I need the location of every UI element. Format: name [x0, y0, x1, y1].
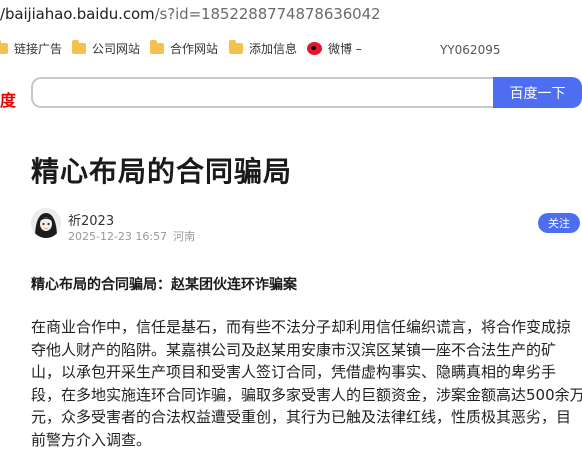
address-bar[interactable]: /baijiahao.baidu.com/s?id=18522887748786…	[0, 0, 582, 30]
paragraph-line: 夺他人财产的陷阱。某嘉祺公司及赵某用安康市汉滨区某镇一座不合法生产的矿	[31, 340, 557, 359]
bookmark-link-ads[interactable]: 链接广告	[0, 39, 62, 57]
folder-icon	[72, 39, 86, 54]
search-button[interactable]: 百度一下	[493, 77, 582, 108]
article-meta: 2025-12-23 16:57 河南	[68, 228, 195, 244]
publish-location: 河南	[173, 230, 196, 243]
folder-icon	[229, 39, 243, 54]
publish-date: 2025-12-23 16:57	[68, 230, 168, 243]
bookmark-label: 公司网站	[92, 41, 141, 56]
bookmarks-bar: 链接广告 公司网站 合作网站 添加信息 微博 – YY062095	[0, 30, 582, 65]
bookmark-label: 添加信息	[249, 41, 298, 56]
url-text: /baijiahao.baidu.com/s?id=18522887748786…	[0, 5, 381, 23]
folder-icon	[0, 39, 8, 54]
follow-button[interactable]: 关注	[538, 213, 580, 233]
yy-label: YY062095	[440, 43, 501, 57]
paragraph-line: 段，在多地实施连环合同诈骗，骗取多家受害人的巨额资金，涉案金额高达500余万	[31, 385, 582, 404]
article-subheading: 精心布局的合同骗局：赵某团伙连环诈骗案	[31, 277, 297, 293]
bookmark-partner-site[interactable]: 合作网站	[150, 39, 218, 57]
baidu-logo-fragment[interactable]: 度	[0, 87, 16, 111]
avatar[interactable]	[31, 208, 61, 238]
url-host: /baijiahao.baidu.com	[0, 5, 155, 23]
author-name[interactable]: 祈2023	[68, 210, 114, 229]
search-header: 度 百度一下	[0, 64, 582, 124]
url-path: /s?id=1852288774878636042	[154, 5, 381, 23]
bookmark-company-site[interactable]: 公司网站	[72, 39, 140, 57]
bookmark-label: 微博 –	[328, 41, 362, 56]
paragraph-line: 前警方介入调查。	[31, 430, 152, 449]
folder-icon	[150, 39, 164, 54]
paragraph-line: 元，众多受害者的合法权益遭受重创，其行为已触及法律红线，性质极其恶劣，目	[31, 408, 572, 427]
bookmark-weibo[interactable]: 微博 –	[307, 39, 362, 57]
article-title: 精心布局的合同骗局	[31, 155, 293, 188]
bookmark-label: 链接广告	[14, 41, 63, 56]
bookmark-label: 合作网站	[170, 41, 219, 56]
avatar-image	[31, 208, 61, 238]
bookmark-add-info[interactable]: 添加信息	[229, 39, 297, 57]
paragraph-line: 在商业合作中，信任是基石，而有些不法分子却利用信任编织谎言，将合作变成掠	[31, 318, 572, 336]
search-input[interactable]	[31, 77, 493, 108]
article-paragraph: 在商业合作中，信任是基石，而有些不法分子却利用信任编织谎言，将合作变成掠 夺他人…	[31, 316, 582, 452]
weibo-icon	[307, 41, 322, 55]
paragraph-line: 山，以承包开采生产项目和受害人签订合同，凭借虚构事实、隐瞒真相的卑劣手	[31, 363, 557, 382]
